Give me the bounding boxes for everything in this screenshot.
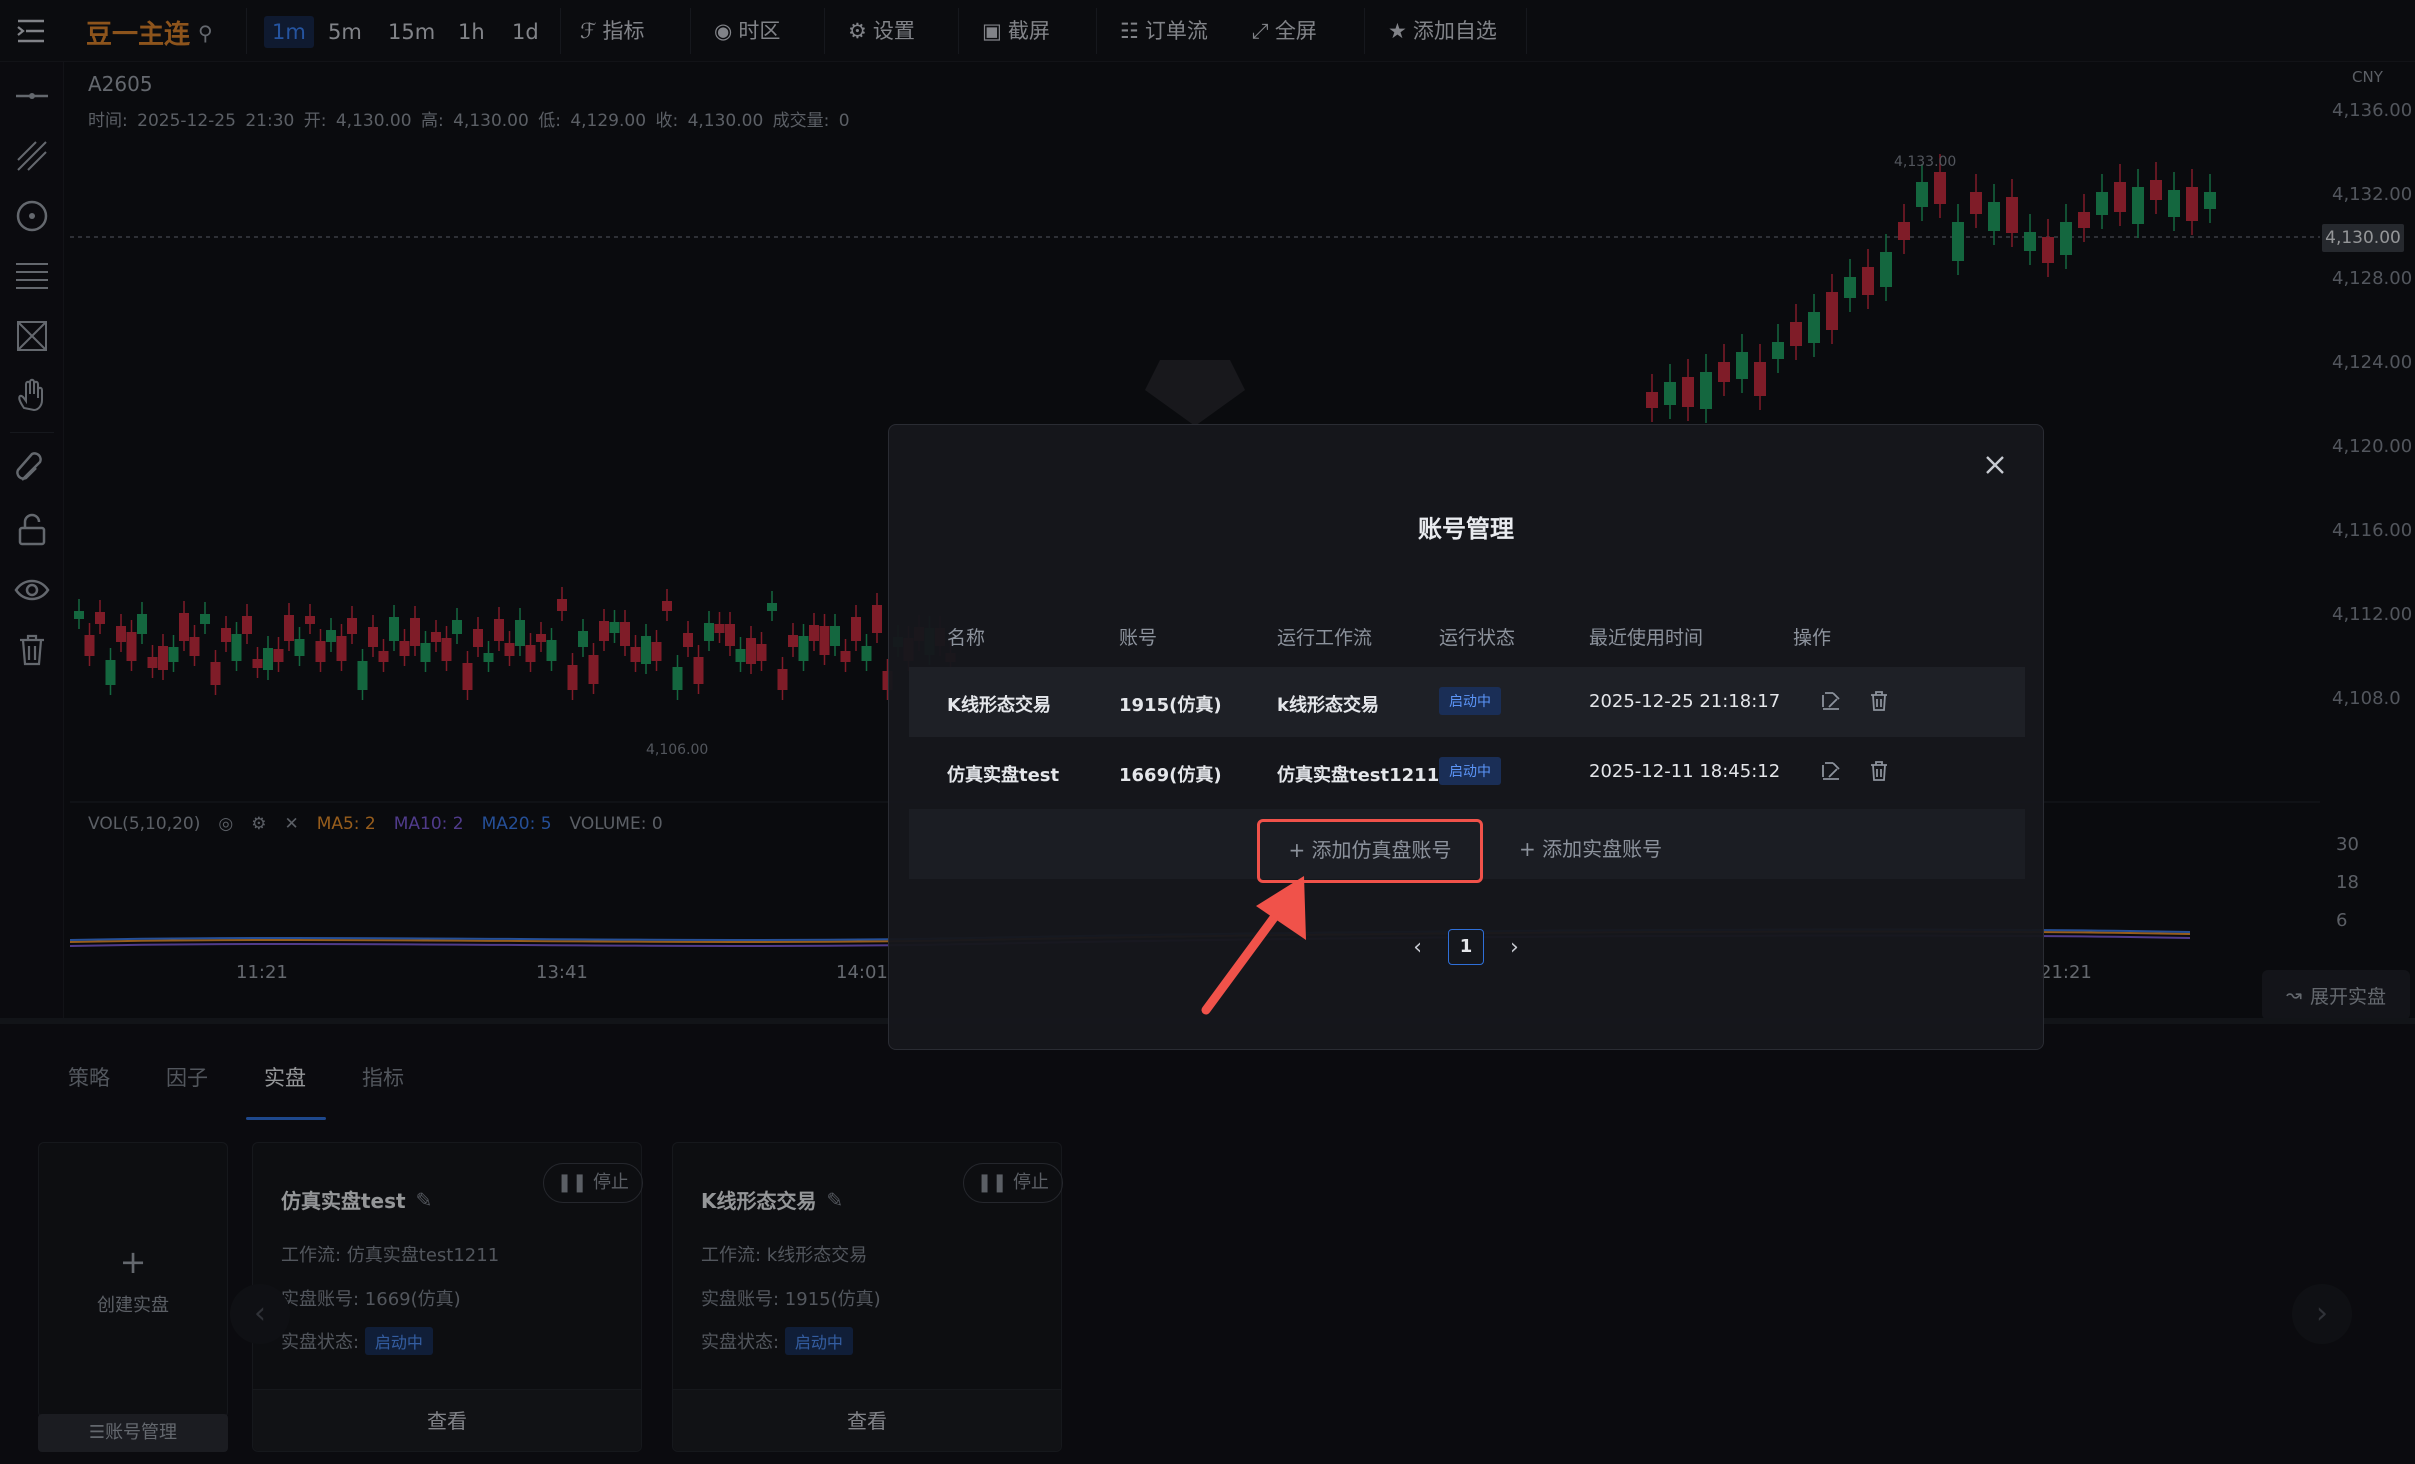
account-workflow: 仿真实盘test1211 — [1277, 765, 1440, 786]
account-number: 1915(仿真) — [1119, 695, 1222, 716]
column-header: 最近使用时间 — [1589, 627, 1704, 649]
pagination: ‹ 1 › — [889, 929, 2043, 965]
page-number[interactable]: 1 — [1448, 929, 1484, 965]
add-account-row: + 添加仿真盘账号 + 添加实盘账号 — [909, 809, 2025, 883]
delete-icon[interactable] — [1867, 759, 1891, 783]
account-management-dialog: 账号管理 名称 账号 运行工作流 运行状态 最近使用时间 操作 K线形态交易 1… — [888, 424, 2044, 1050]
next-page-icon[interactable]: › — [1510, 935, 1519, 960]
annotation-arrow-icon — [1201, 876, 1306, 1015]
delete-icon[interactable] — [1867, 689, 1891, 713]
prev-page-icon[interactable]: ‹ — [1413, 935, 1422, 960]
table-header: 名称 账号 运行工作流 运行状态 最近使用时间 操作 — [909, 613, 2025, 659]
close-icon[interactable] — [1981, 451, 2009, 479]
column-header: 运行工作流 — [1277, 627, 1373, 649]
status-badge: 启动中 — [1439, 687, 1501, 715]
last-used-time: 2025-12-11 18:45:12 — [1589, 761, 1781, 782]
dialog-title: 账号管理 — [1418, 515, 1514, 543]
column-header: 操作 — [1793, 627, 1832, 649]
account-number: 1669(仿真) — [1119, 765, 1222, 786]
account-name: K线形态交易 — [947, 695, 1051, 716]
table-row: K线形态交易 1915(仿真) k线形态交易 启动中 2025-12-25 21… — [909, 667, 2025, 737]
add-live-account-button[interactable]: + 添加实盘账号 — [1519, 833, 1662, 862]
edit-icon[interactable] — [1819, 689, 1843, 713]
account-name: 仿真实盘test — [947, 765, 1060, 786]
column-header: 运行状态 — [1439, 627, 1516, 649]
last-used-time: 2025-12-25 21:18:17 — [1589, 691, 1781, 712]
status-badge: 启动中 — [1439, 757, 1501, 785]
account-workflow: k线形态交易 — [1277, 695, 1379, 716]
trading-app: 豆一主连 ⚲ 1m 5m 15m 1h 1d ℱ 指标 ◉ 时区 ⚙ 设置 ▣ 截屏 ☷… — [0, 0, 2415, 1464]
column-header: 账号 — [1119, 627, 1158, 649]
table-row: 仿真实盘test 1669(仿真) 仿真实盘test1211 启动中 2025-… — [909, 737, 2025, 807]
edit-icon[interactable] — [1819, 759, 1843, 783]
column-header: 名称 — [947, 627, 986, 649]
